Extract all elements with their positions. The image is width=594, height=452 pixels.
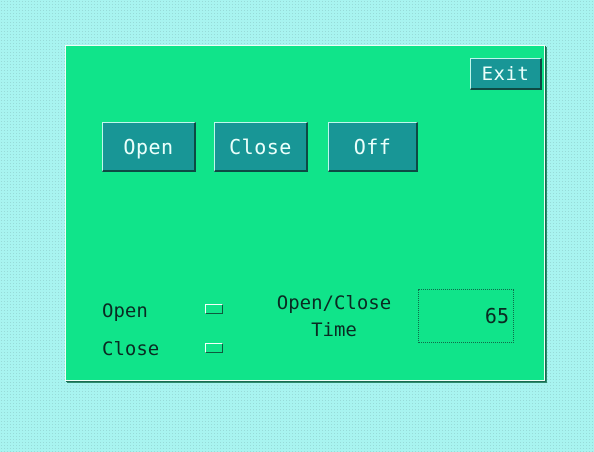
- open-indicator: [205, 304, 223, 314]
- exit-button[interactable]: Exit: [470, 58, 542, 90]
- open-close-time-label: Open/Close Time: [259, 290, 409, 344]
- close-status-label: Close: [102, 338, 160, 360]
- close-indicator: [205, 343, 223, 353]
- open-close-time-value: 65: [484, 304, 509, 328]
- open-button[interactable]: Open: [102, 122, 196, 172]
- time-label-line2: Time: [311, 319, 357, 341]
- off-button[interactable]: Off: [328, 122, 418, 172]
- open-status-label: Open: [102, 300, 148, 322]
- open-close-time-field[interactable]: 65: [418, 289, 514, 343]
- close-button[interactable]: Close: [214, 122, 308, 172]
- control-panel: Exit Open Close Off Open Close Open/Clos…: [65, 45, 545, 381]
- time-label-line1: Open/Close: [276, 292, 392, 314]
